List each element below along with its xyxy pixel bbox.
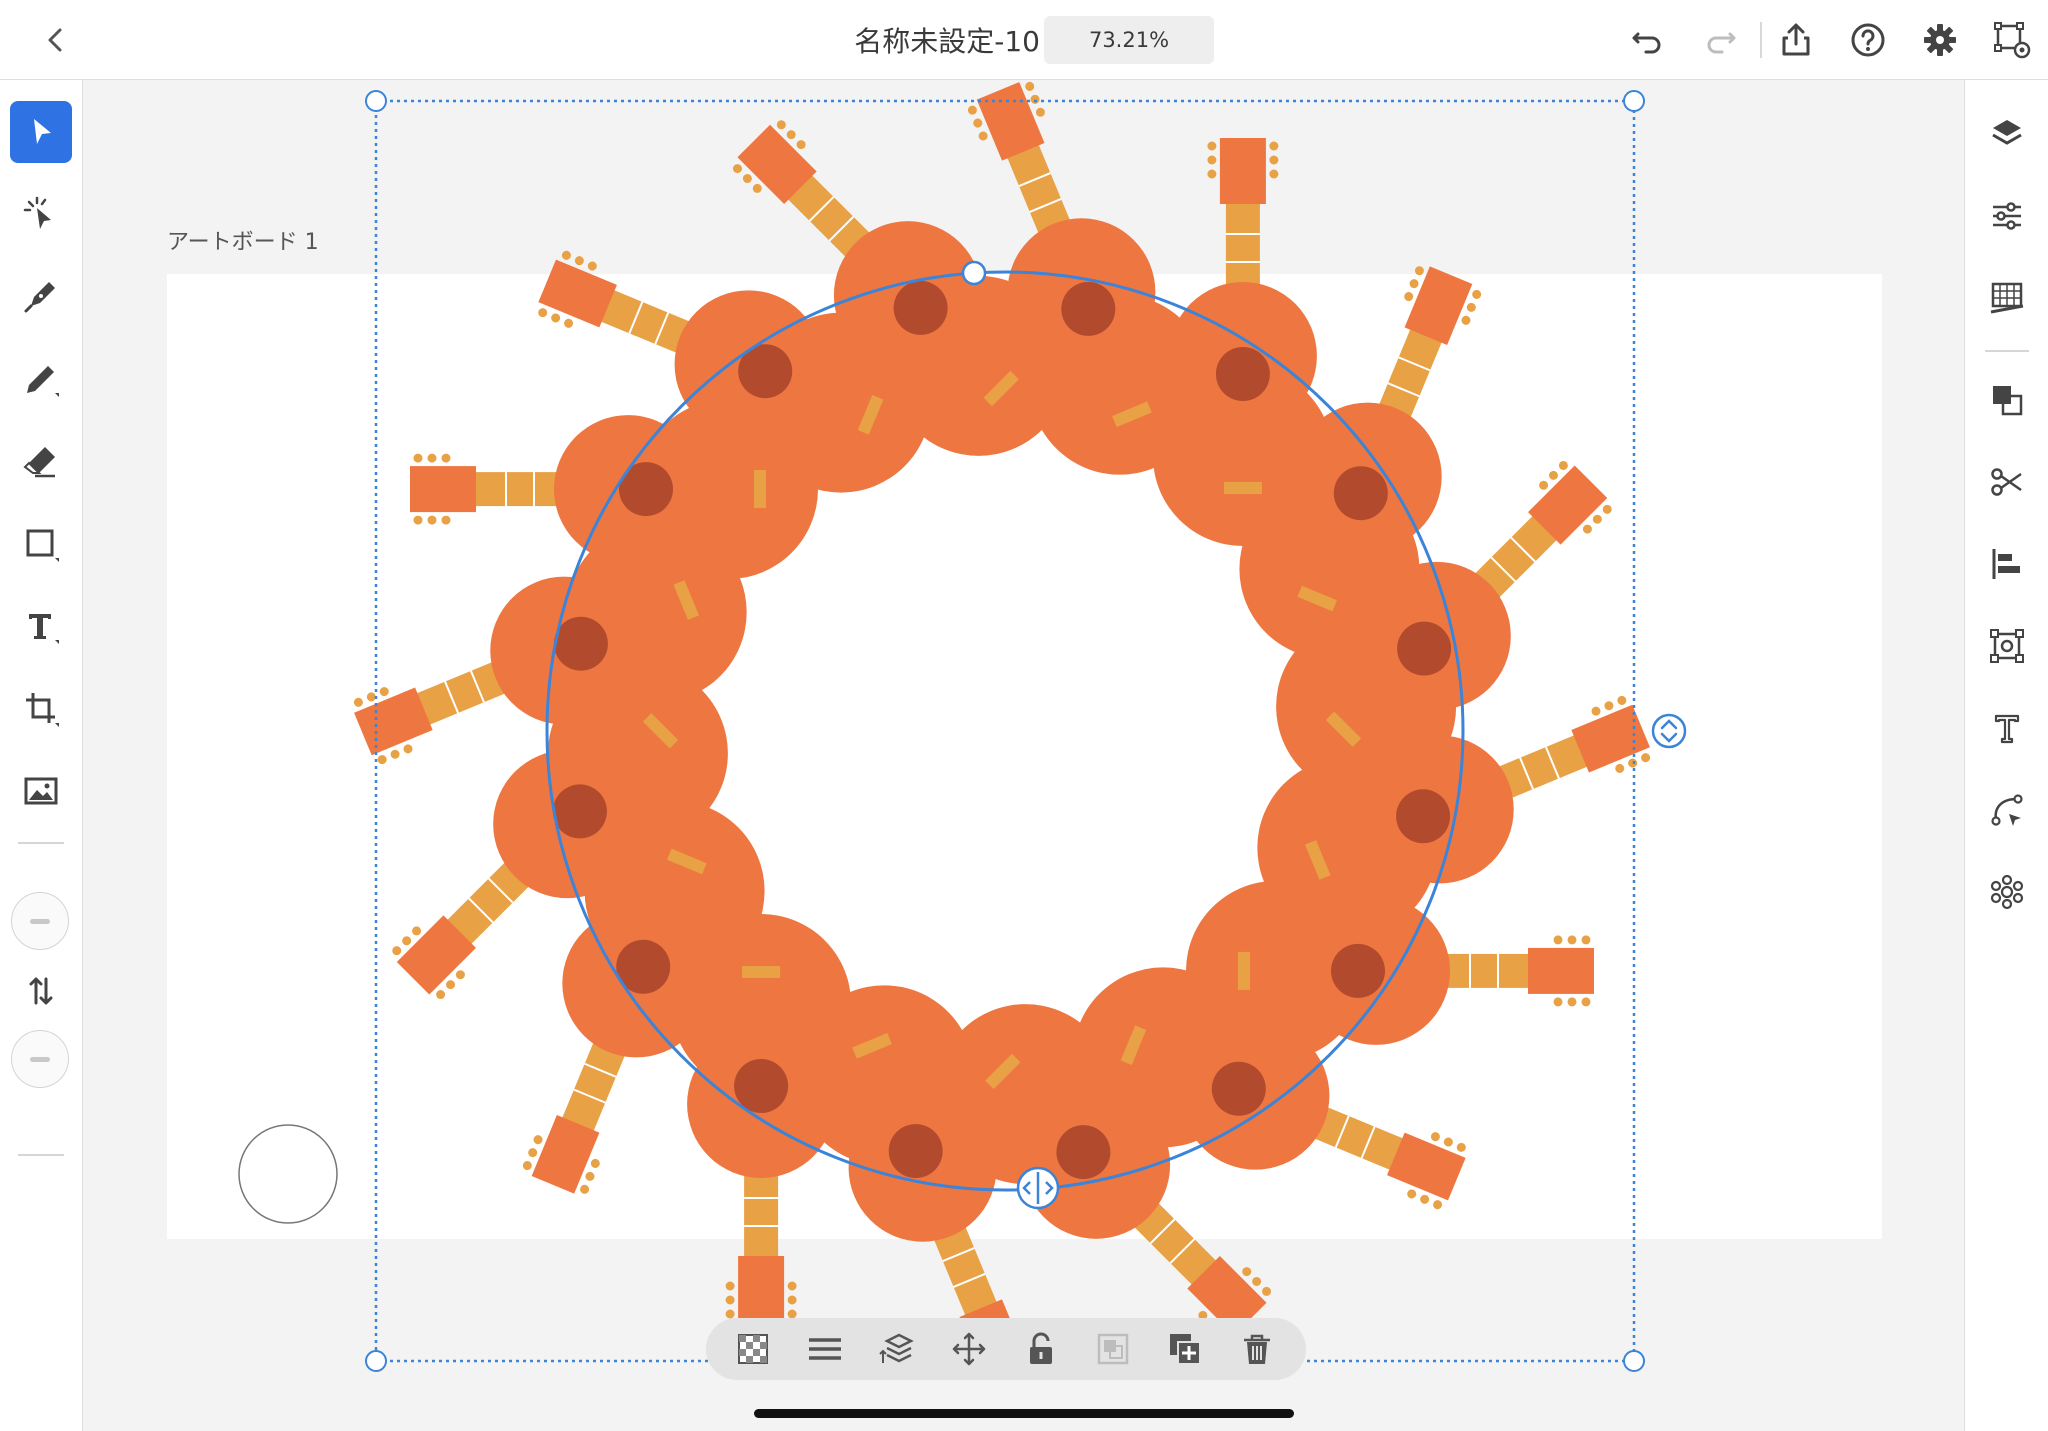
repeat-grid-guitars[interactable] bbox=[328, 56, 1675, 1403]
opacity-icon[interactable] bbox=[730, 1326, 776, 1372]
home-indicator bbox=[754, 1409, 1294, 1418]
move-icon[interactable] bbox=[946, 1326, 992, 1372]
resize-handle bbox=[1623, 1350, 1645, 1372]
resize-handle bbox=[365, 1350, 387, 1372]
circle-shape bbox=[238, 1124, 338, 1224]
unlock-icon[interactable] bbox=[1018, 1326, 1064, 1372]
group-icon[interactable] bbox=[1090, 1326, 1136, 1372]
resize-handle bbox=[365, 90, 387, 112]
duplicate-icon[interactable] bbox=[1162, 1326, 1208, 1372]
blend-icon[interactable] bbox=[802, 1326, 848, 1372]
object-action-bar bbox=[706, 1318, 1306, 1380]
delete-icon[interactable] bbox=[1234, 1326, 1280, 1372]
artwork-canvas bbox=[238, 56, 1687, 1403]
arrange-icon[interactable] bbox=[874, 1326, 920, 1372]
resize-handle bbox=[1623, 90, 1645, 112]
